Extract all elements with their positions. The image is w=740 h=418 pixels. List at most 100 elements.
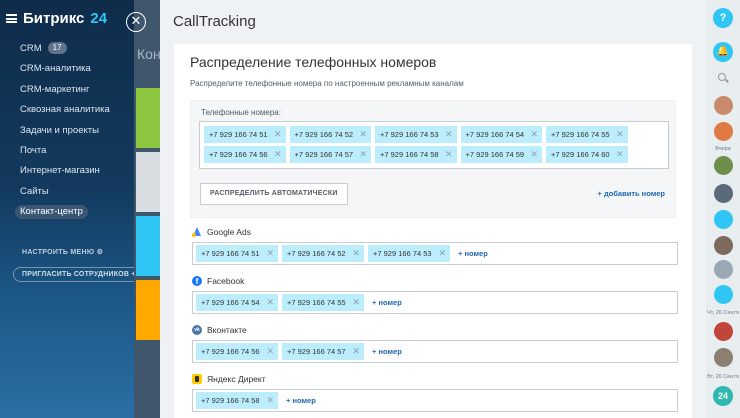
channel-facebook: f Facebook +7 929 166 74 54 ✕ +7 929 166 7… <box>192 275 678 314</box>
remove-tag-icon[interactable]: ✕ <box>616 126 624 143</box>
avatar[interactable] <box>714 122 733 141</box>
phone-tag[interactable]: +7 929 166 74 57 ✕ <box>289 146 371 163</box>
phone-tag[interactable]: +7 929 166 74 51 ✕ <box>196 245 278 262</box>
phone-tag[interactable]: +7 929 166 74 51 ✕ <box>204 126 286 143</box>
google-ads-icon <box>192 227 202 237</box>
distribute-auto-button[interactable]: РАСПРЕДЕЛИТЬ АВТОМАТИЧЕСКИ <box>200 183 348 205</box>
avatar[interactable] <box>714 322 733 341</box>
brand-suffix: 24 <box>90 10 108 27</box>
phone-tag[interactable]: +7 929 166 74 59 ✕ <box>460 146 542 163</box>
background-tile <box>136 280 160 340</box>
remove-tag-icon[interactable]: ✕ <box>359 126 367 143</box>
search-icon[interactable] <box>718 73 726 81</box>
avatar[interactable] <box>714 156 733 175</box>
remove-tag-icon[interactable]: ✕ <box>266 392 274 409</box>
remove-tag-icon[interactable]: ✕ <box>266 245 274 262</box>
add-channel-number-link[interactable]: + номер <box>372 298 402 307</box>
rail-date-label: Вт, 26 Сентя <box>707 374 739 380</box>
channel-yandex-direct: Яндекс Директ +7 929 166 74 58 ✕ + номер <box>192 373 678 412</box>
phone-tag[interactable]: +7 929 166 74 52 ✕ <box>289 126 371 143</box>
remove-tag-icon[interactable]: ✕ <box>445 146 453 163</box>
avatar[interactable] <box>714 184 733 203</box>
card-heading: Распределение телефонных номеров <box>190 54 437 70</box>
channel-google-ads: Google Ads +7 929 166 74 51 ✕ +7 929 166 … <box>192 226 678 265</box>
channel-name: Facebook <box>207 276 245 286</box>
remove-tag-icon[interactable]: ✕ <box>266 343 274 360</box>
remove-tag-icon[interactable]: ✕ <box>530 126 538 143</box>
rail-date-label: Вчера <box>715 146 731 152</box>
menu-item-contact-center[interactable]: Контакт-центр <box>15 205 110 225</box>
remove-tag-icon[interactable]: ✕ <box>352 245 360 262</box>
avatar[interactable] <box>714 260 733 279</box>
lock-icon[interactable] <box>714 210 733 229</box>
yandex-direct-icon <box>192 374 202 384</box>
phone-tag[interactable]: +7 929 166 74 55 ✕ <box>546 126 628 143</box>
settings-gear-icon: ⚙ <box>96 249 104 256</box>
avatar[interactable] <box>714 96 733 115</box>
add-number-link[interactable]: + добавить номер <box>597 189 665 198</box>
facebook-icon: f <box>192 276 202 286</box>
channel-name: Google Ads <box>207 227 251 237</box>
phone-tag[interactable]: +7 929 166 74 54 ✕ <box>196 294 278 311</box>
menu-item-sites[interactable]: Сайты <box>20 185 110 205</box>
channel-numbers-field[interactable]: +7 929 166 74 54 ✕ +7 929 166 74 55 ✕ + но… <box>192 291 678 314</box>
menu-item-crm-analytics[interactable]: CRM-аналитика <box>20 62 110 82</box>
menu-item-end-to-end-analytics[interactable]: Сквозная аналитика <box>20 103 110 123</box>
channel-name: Яндекс Директ <box>207 374 266 384</box>
channel-numbers-field[interactable]: +7 929 166 74 51 ✕ +7 929 166 74 52 ✕ +7 9… <box>192 242 678 265</box>
avatar[interactable] <box>714 348 733 367</box>
main-menu: CRM 17 CRM-аналитика CRM-маркетинг Сквозн… <box>15 42 110 226</box>
menu-item-online-store[interactable]: Интернет-магазин <box>20 164 110 184</box>
remove-tag-icon[interactable]: ✕ <box>616 146 624 163</box>
remove-tag-icon[interactable]: ✕ <box>266 294 274 311</box>
remove-tag-icon[interactable]: ✕ <box>445 126 453 143</box>
rail-date-label: Чт, 26 Сентя <box>707 310 739 316</box>
remove-tag-icon[interactable]: ✕ <box>274 126 282 143</box>
phone-tag[interactable]: +7 929 166 74 56 ✕ <box>196 343 278 360</box>
menu-item-crm-marketing[interactable]: CRM-маркетинг <box>20 83 110 103</box>
crm-counter-badge: 17 <box>47 42 67 54</box>
bitrix24-icon[interactable]: 24 <box>713 386 733 406</box>
vk-icon: vk <box>192 325 202 335</box>
phone-numbers-label: Телефонные номера: <box>201 108 281 117</box>
avatar[interactable] <box>714 236 733 255</box>
remove-tag-icon[interactable]: ✕ <box>274 146 282 163</box>
phone-tag[interactable]: +7 929 166 74 57 ✕ <box>282 343 364 360</box>
menu-burger-icon[interactable] <box>6 14 17 23</box>
menu-item-mail[interactable]: Почта <box>20 144 110 164</box>
channel-numbers-field[interactable]: +7 929 166 74 56 ✕ +7 929 166 74 57 ✕ + но… <box>192 340 678 363</box>
phone-tag[interactable]: +7 929 166 74 52 ✕ <box>282 245 364 262</box>
background-tile <box>136 216 160 276</box>
phone-tag[interactable]: +7 929 166 74 58 ✕ <box>196 392 278 409</box>
channel-vkontakte: vk Вконтакте +7 929 166 74 56 ✕ +7 929 166… <box>192 324 678 363</box>
remove-tag-icon[interactable]: ✕ <box>359 146 367 163</box>
background-tile <box>136 152 160 212</box>
phone-tag[interactable]: +7 929 166 74 53 ✕ <box>375 126 457 143</box>
remove-tag-icon[interactable]: ✕ <box>352 343 360 360</box>
setup-menu-link[interactable]: НАСТРОИТЬ МЕНЮ ⚙ <box>22 248 103 256</box>
close-slider-button[interactable]: ✕ <box>126 12 146 32</box>
add-channel-number-link[interactable]: + номер <box>372 347 402 356</box>
chat-bubble-icon[interactable] <box>714 285 733 304</box>
add-channel-number-link[interactable]: + номер <box>286 396 316 405</box>
remove-tag-icon[interactable]: ✕ <box>438 245 446 262</box>
channel-numbers-field[interactable]: +7 929 166 74 58 ✕ + номер <box>192 389 678 412</box>
phone-tag[interactable]: +7 929 166 74 55 ✕ <box>282 294 364 311</box>
phone-tag[interactable]: +7 929 166 74 53 ✕ <box>368 245 450 262</box>
add-channel-number-link[interactable]: + номер <box>458 249 488 258</box>
right-rail: ? 🔔 Вчера Чт, 26 Сентя Вт, 26 Сентя 24 <box>706 0 740 418</box>
menu-item-tasks[interactable]: Задачи и проекты <box>20 124 110 144</box>
phone-tag[interactable]: +7 929 166 74 56 ✕ <box>204 146 286 163</box>
phone-numbers-field[interactable]: +7 929 166 74 51 ✕ +7 929 166 74 52 ✕ +7 9… <box>199 121 669 169</box>
phone-tag[interactable]: +7 929 166 74 54 ✕ <box>460 126 542 143</box>
brand-logo[interactable]: Битрикс 24 <box>6 10 107 27</box>
invite-employees-button[interactable]: ПРИГЛАСИТЬ СОТРУДНИКОВ + <box>13 267 145 282</box>
menu-item-crm[interactable]: CRM 17 <box>20 42 110 62</box>
help-button[interactable]: ? <box>713 8 733 28</box>
remove-tag-icon[interactable]: ✕ <box>530 146 538 163</box>
notifications-bell-icon[interactable]: 🔔 <box>713 42 733 62</box>
remove-tag-icon[interactable]: ✕ <box>352 294 360 311</box>
phone-tag[interactable]: +7 929 166 74 58 ✕ <box>375 146 457 163</box>
phone-tag[interactable]: +7 929 166 74 60 ✕ <box>546 146 628 163</box>
card-subtitle: Распределите телефонные номера по настро… <box>190 79 464 88</box>
